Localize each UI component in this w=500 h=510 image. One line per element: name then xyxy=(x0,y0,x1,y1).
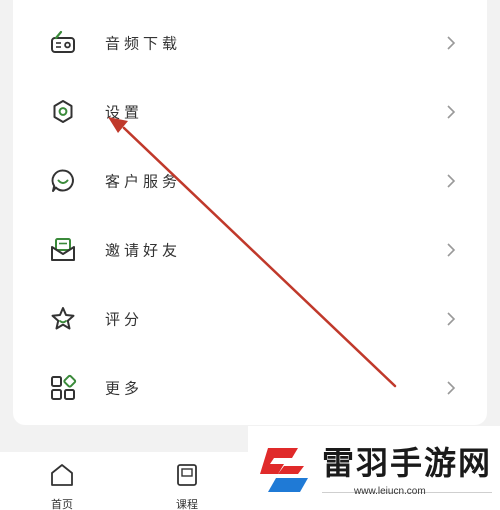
envelope-icon xyxy=(49,236,77,264)
menu-item-label: 更多 xyxy=(105,379,144,397)
chevron-right-icon xyxy=(445,173,457,189)
grid-icon xyxy=(49,374,77,402)
watermark-url: www.leiucn.com xyxy=(354,486,426,497)
book-icon xyxy=(174,462,200,488)
menu-item-label: 邀请好友 xyxy=(105,241,182,259)
menu-item-settings[interactable]: 设置 xyxy=(13,77,487,146)
menu-item-label: 设置 xyxy=(105,103,144,121)
watermark: 雷羽手游网 www.leiucn.com xyxy=(248,426,500,510)
chevron-right-icon xyxy=(445,104,457,120)
gear-icon xyxy=(49,98,77,126)
nav-course[interactable]: 课程 xyxy=(156,452,216,510)
chevron-right-icon xyxy=(445,242,457,258)
menu-item-rating[interactable]: 评分 xyxy=(13,284,487,353)
radio-icon xyxy=(49,29,77,57)
chevron-right-icon xyxy=(445,380,457,396)
star-icon xyxy=(49,305,77,333)
menu-item-label: 评分 xyxy=(105,310,144,328)
nav-home-label: 首页 xyxy=(51,498,73,510)
menu-item-label: 客户服务 xyxy=(105,172,182,190)
chevron-right-icon xyxy=(445,35,457,51)
watermark-title: 雷羽手游网 xyxy=(322,444,493,482)
menu-item-invite-friends[interactable]: 邀请好友 xyxy=(13,215,487,284)
menu-item-label: 音频下载 xyxy=(105,34,182,52)
nav-course-label: 课程 xyxy=(176,498,198,510)
menu-item-more[interactable]: 更多 xyxy=(13,353,487,422)
chat-smile-icon xyxy=(49,167,77,195)
home-icon xyxy=(49,462,75,488)
menu-item-audio-download[interactable]: 音频下载 xyxy=(13,8,487,77)
nav-home[interactable]: 首页 xyxy=(31,452,91,510)
menu-card: 音频下载 设置 客户服务 邀请好友 评分 更多 xyxy=(13,0,487,425)
watermark-logo-icon xyxy=(254,440,314,498)
chevron-right-icon xyxy=(445,311,457,327)
menu-item-customer-service[interactable]: 客户服务 xyxy=(13,146,487,215)
